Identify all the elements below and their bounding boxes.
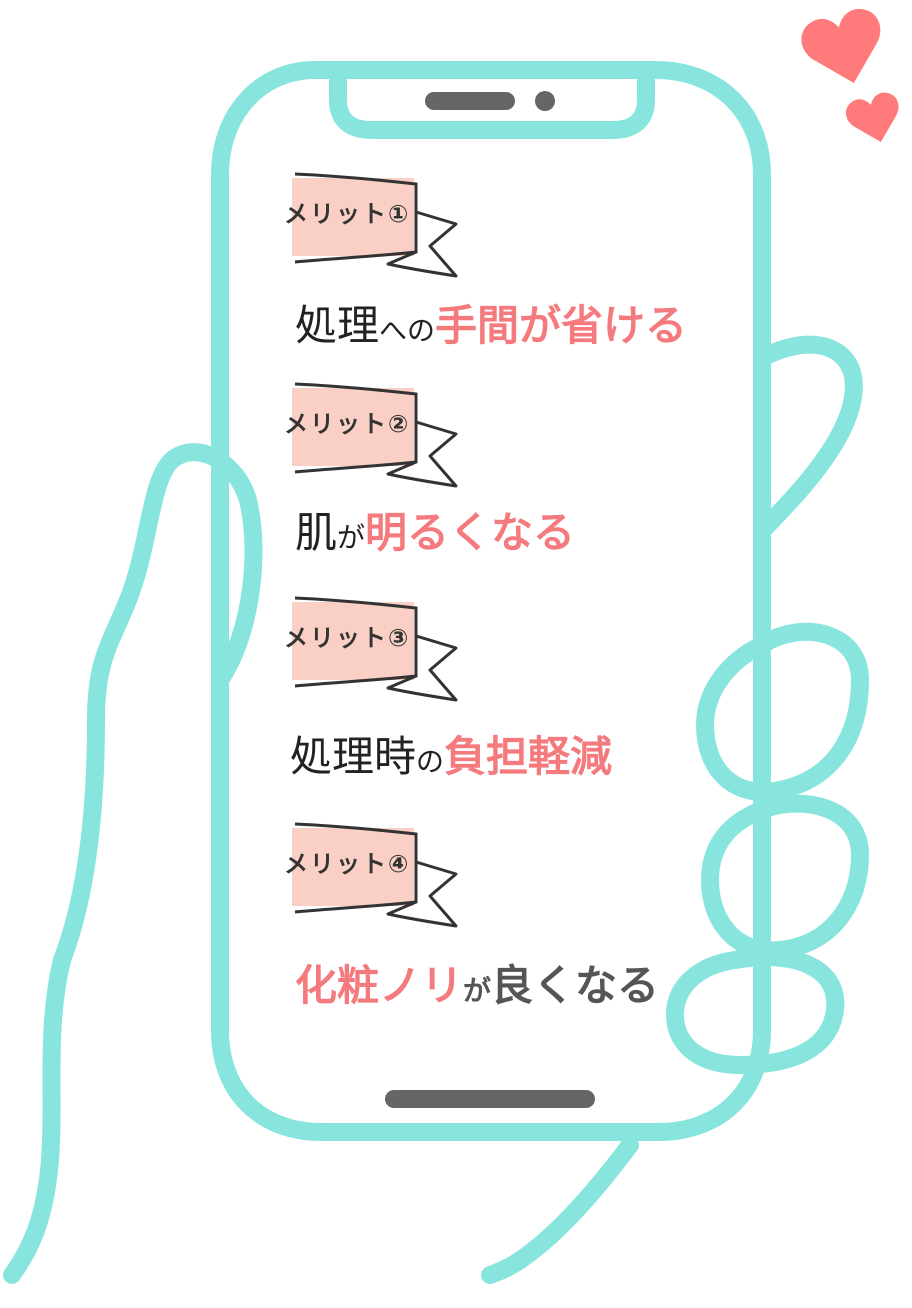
- heart-icon: [845, 90, 905, 154]
- merit-label: メリット②: [284, 410, 411, 438]
- heart-icon: [800, 5, 890, 99]
- merit-text-part: 肌: [295, 508, 338, 557]
- merit-text-2: 肌が明るくなる: [295, 512, 575, 554]
- finger-2: [696, 622, 869, 801]
- merit-text-4: 化粧ノリが良くなる: [295, 965, 659, 1007]
- merit-text-part: 化粧ノリ: [295, 961, 464, 1010]
- merit-text-part: 明るくなる: [365, 508, 576, 557]
- home-bar: [385, 1090, 595, 1108]
- speaker: [425, 92, 515, 110]
- finger-3: [701, 794, 869, 960]
- merit-text-part: 負担軽減: [444, 732, 613, 781]
- merit-text-part: の: [416, 745, 445, 778]
- merit-text-3: 処理時の負担軽減: [290, 736, 612, 778]
- merit-ribbon-2: メリット②: [280, 382, 470, 492]
- merit-text-part: への: [379, 314, 436, 347]
- merit-text-part: が: [463, 974, 492, 1007]
- merit-label: メリット①: [284, 200, 411, 228]
- merit-text-1: 処理への手間が省ける: [295, 305, 687, 347]
- merit-ribbon-4: メリット④: [280, 822, 470, 932]
- finger-top: [756, 335, 863, 537]
- merit-ribbon-1: メリット①: [280, 172, 470, 282]
- merit-text-part: 手間が省ける: [435, 301, 688, 350]
- palm-edge: [3, 951, 71, 1284]
- merit-ribbon-3: メリット③: [280, 596, 470, 706]
- merit-label: メリット③: [284, 624, 411, 652]
- merit-text-part: 処理: [295, 301, 380, 350]
- merit-text-part: が: [337, 521, 366, 554]
- wrist: [481, 1136, 639, 1284]
- merit-text-part: 処理時: [290, 732, 417, 781]
- merit-label: メリット④: [284, 850, 411, 878]
- camera: [535, 91, 555, 111]
- merit-text-part: 良くなる: [491, 961, 660, 1010]
- phone-illustration: メリット① 処理への手間が省ける メリット② 肌が明るくなる メリット③ 処理時…: [0, 0, 912, 1308]
